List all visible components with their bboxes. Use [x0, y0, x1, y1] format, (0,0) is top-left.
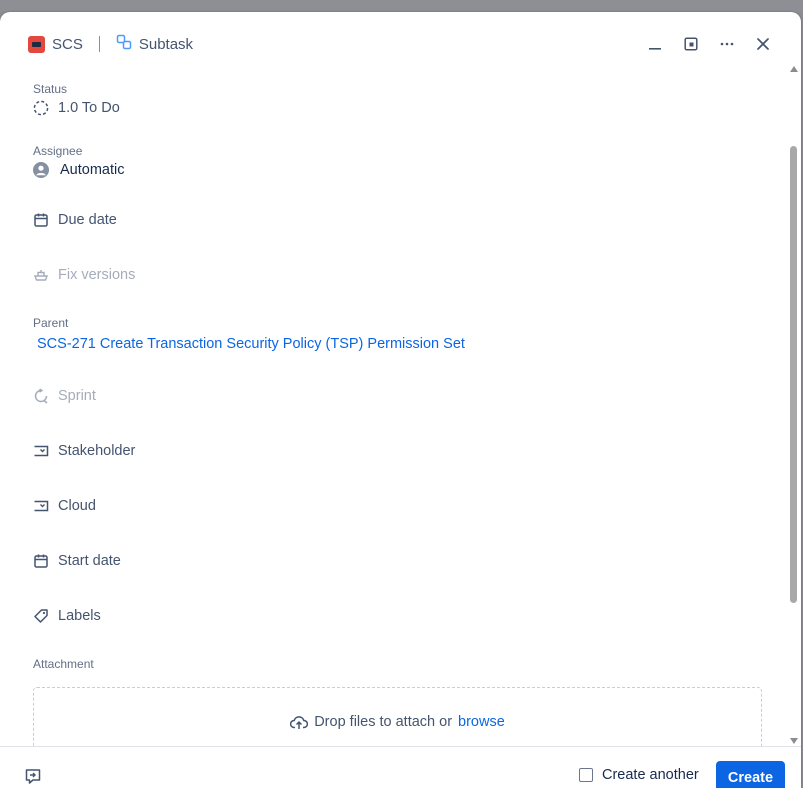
status-icon: [33, 100, 49, 116]
due-date-label: Due date: [58, 212, 117, 228]
subtask-icon: [116, 34, 132, 54]
start-date-field[interactable]: Start date: [33, 553, 121, 569]
parent-link[interactable]: SCS-271 Create Transaction Security Poli…: [37, 336, 465, 352]
sprint-icon: [34, 388, 48, 404]
labels-label: Labels: [58, 608, 101, 624]
create-button[interactable]: Create: [716, 761, 785, 788]
backdrop: [0, 0, 803, 12]
parent-label: Parent: [33, 316, 69, 330]
avatar-icon: [33, 162, 49, 178]
create-issue-modal: SCS Subtask Status 1.0 To Do Assignee Au…: [0, 12, 801, 788]
modal-header: SCS Subtask: [0, 12, 801, 76]
feedback-button[interactable]: [24, 767, 42, 785]
cloud-label: Cloud: [58, 498, 96, 514]
shrink-button[interactable]: [673, 28, 709, 60]
status-label: Status: [33, 82, 68, 96]
dropdown-field-icon: [34, 445, 49, 457]
scroll-down-arrow[interactable]: [790, 738, 798, 744]
issue-type-breadcrumb[interactable]: Subtask: [116, 34, 193, 54]
browse-link[interactable]: browse: [458, 714, 505, 730]
more-button[interactable]: [709, 28, 745, 60]
minimize-button[interactable]: [637, 28, 673, 60]
minimize-icon: [649, 48, 661, 50]
create-another-toggle[interactable]: Create another: [579, 767, 699, 783]
close-button[interactable]: [745, 28, 781, 60]
ship-icon: [33, 270, 49, 281]
create-another-label: Create another: [602, 767, 699, 783]
assignee-label: Assignee: [33, 144, 83, 158]
calendar-icon: [34, 213, 48, 227]
dropzone-text: Drop files to attach or: [314, 714, 453, 730]
feedback-icon: [25, 769, 41, 784]
sprint-label: Sprint: [58, 388, 96, 404]
dropdown-field-icon: [34, 500, 49, 512]
project-name: SCS: [52, 35, 83, 53]
close-icon: [757, 38, 769, 50]
scroll-thumb[interactable]: [790, 146, 797, 603]
scroll-up-arrow[interactable]: [790, 66, 798, 72]
breadcrumb-separator: [98, 36, 100, 52]
sprint-field[interactable]: Sprint: [33, 388, 96, 404]
labels-field[interactable]: Labels: [33, 608, 101, 624]
project-icon: [28, 35, 45, 53]
due-date-field[interactable]: Due date: [33, 212, 117, 228]
assignee-value: Automatic: [60, 162, 125, 178]
stakeholder-label: Stakeholder: [58, 443, 136, 459]
create-another-checkbox[interactable]: [579, 768, 593, 782]
stakeholder-field[interactable]: Stakeholder: [33, 443, 135, 459]
attachment-label: Attachment: [33, 657, 94, 671]
modal-body: Status 1.0 To Do Assignee Automatic Due …: [0, 76, 789, 746]
status-field[interactable]: 1.0 To Do: [33, 100, 120, 116]
shrink-icon: [684, 37, 698, 51]
modal-footer: Create another Create: [0, 746, 801, 788]
assignee-field[interactable]: Automatic: [33, 162, 124, 178]
tag-icon: [34, 609, 48, 623]
start-date-label: Start date: [58, 553, 121, 569]
fix-versions-label: Fix versions: [58, 267, 136, 283]
attachment-dropzone[interactable]: Drop files to attach or browse: [33, 687, 762, 746]
header-actions: [637, 28, 781, 60]
more-icon: [720, 42, 734, 46]
upload-icon: [290, 716, 309, 729]
fix-versions-field[interactable]: Fix versions: [33, 267, 135, 283]
body-scrollbar[interactable]: [789, 64, 799, 746]
cloud-field[interactable]: Cloud: [33, 498, 96, 514]
issue-type-name: Subtask: [138, 35, 194, 53]
project-breadcrumb[interactable]: SCS: [28, 35, 83, 53]
calendar-icon: [34, 554, 48, 568]
status-value: 1.0 To Do: [58, 100, 120, 116]
